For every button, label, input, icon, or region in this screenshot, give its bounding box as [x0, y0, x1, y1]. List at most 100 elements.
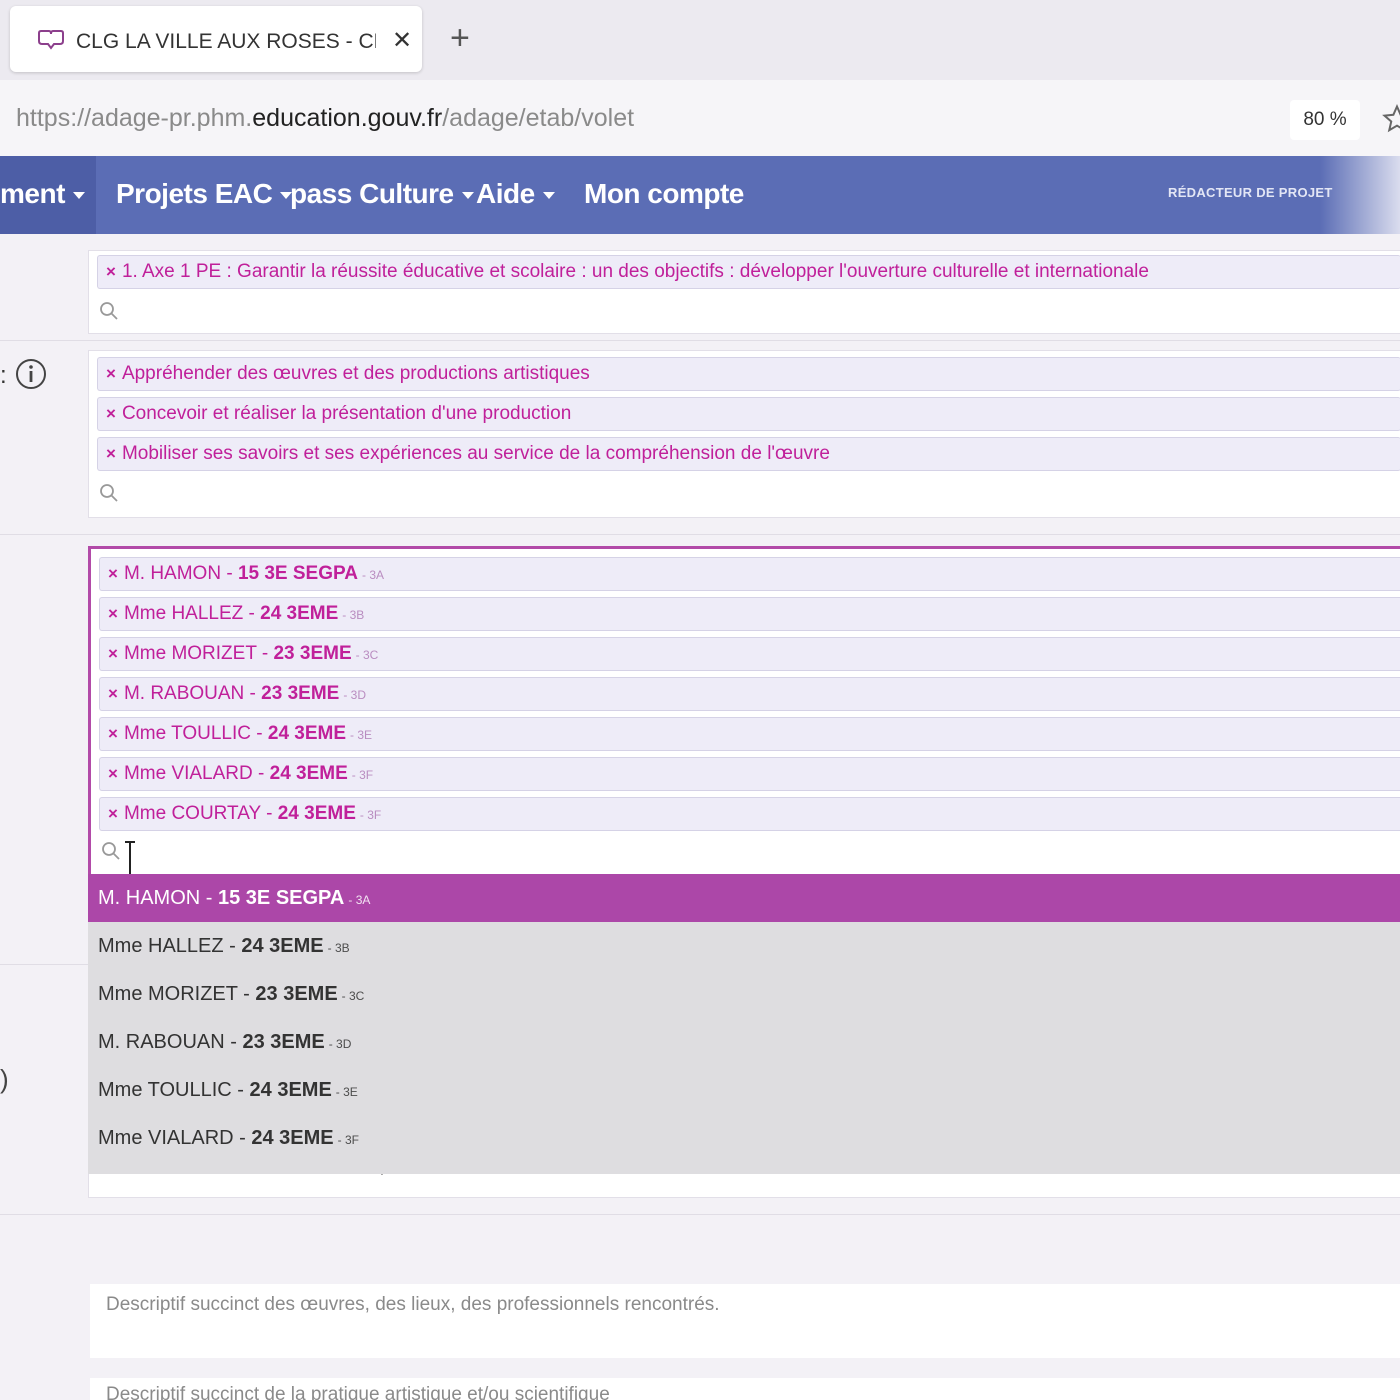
nav-item-mon-compte[interactable]: Mon compte	[584, 178, 744, 210]
option-class-code: - 3C	[341, 989, 365, 1003]
nav-item-projets-eac[interactable]: Projets EAC	[116, 178, 293, 210]
remove-tag-icon[interactable]: ×	[108, 604, 118, 623]
option-teacher: M. HAMON -	[98, 887, 218, 909]
caret-down-icon	[72, 192, 85, 200]
tag-group: 24 3EME	[260, 603, 339, 624]
caret-down-icon	[542, 192, 555, 200]
url-domain: education.gouv.fr	[252, 104, 443, 132]
info-icon[interactable]	[14, 357, 48, 391]
zoom-level-button[interactable]: 80 %	[1290, 100, 1360, 140]
nav-item-etablissement[interactable]: ment	[0, 178, 85, 210]
tag-group: 23 3EME	[261, 683, 340, 704]
option-group: 24 3EME	[249, 1079, 332, 1101]
option-group: 24 3EME	[241, 935, 324, 957]
dropdown-option[interactable]: Mme MORIZET - 23 3EME - 3C	[88, 970, 1400, 1018]
tag-label: 1. Axe 1 PE : Garantir la réussite éduca…	[121, 261, 1149, 282]
tag-class-code: - 3C	[355, 648, 379, 662]
tag-group: 24 3EME	[277, 803, 356, 824]
nav-item-aide[interactable]: Aide	[476, 178, 555, 210]
desc-pratique-textarea[interactable]: Descriptif succinct de la pratique artis…	[90, 1378, 1400, 1400]
option-class-code: - 3E	[335, 1085, 358, 1099]
nav-item-pass-culture[interactable]: pass Culture	[290, 178, 474, 210]
caret-down-icon	[461, 192, 474, 200]
tag-teacher: Mme COURTAY -	[123, 803, 278, 824]
competences-multiselect[interactable]: × Appréhender des œuvres et des productio…	[88, 350, 1400, 518]
option-group: 23 3EME	[242, 1031, 325, 1053]
selected-tag: × Mme HALLEZ - 24 3EME - 3B	[99, 597, 1400, 631]
option-teacher: Mme MORIZET -	[98, 983, 256, 1005]
selected-tag: × 1. Axe 1 PE : Garantir la réussite éduc…	[97, 255, 1400, 289]
bookmark-star-icon[interactable]	[1382, 104, 1400, 134]
row-divider	[0, 534, 1400, 535]
tag-teacher: Mme MORIZET -	[123, 643, 274, 664]
dropdown-option[interactable]: M. RABOUAN - 23 3EME - 3D	[88, 1018, 1400, 1066]
remove-tag-icon[interactable]: ×	[106, 262, 116, 281]
tag-teacher: Mme HALLEZ -	[123, 603, 261, 624]
option-group: 24 3EME	[251, 1127, 334, 1149]
option-teacher: Mme TOULLIC -	[98, 1079, 250, 1101]
selected-tag: × Appréhender des œuvres et des productio…	[97, 357, 1400, 391]
remove-tag-icon[interactable]: ×	[108, 564, 118, 583]
classes-multiselect[interactable]: × M. HAMON - 15 3E SEGPA - 3A × Mme HALLEZ …	[88, 546, 1400, 876]
remove-tag-icon[interactable]: ×	[108, 764, 118, 783]
url-prefix: https://adage-pr.phm.	[16, 104, 253, 132]
classes-dropdown: M. HAMON - 15 3E SEGPA - 3A Mme HALLEZ - …	[88, 874, 1400, 1174]
option-class-code: - 3A	[348, 893, 371, 907]
nav-item-label: Projets EAC	[116, 178, 273, 209]
tag-teacher: Mme VIALARD -	[123, 763, 270, 784]
remove-tag-icon[interactable]: ×	[106, 364, 116, 383]
tag-class-code: - 3F	[359, 808, 382, 822]
desc-pratique-placeholder: Descriptif succinct de la pratique artis…	[106, 1384, 610, 1400]
tag-teacher: Mme TOULLIC -	[123, 723, 268, 744]
desc-oeuvres-placeholder: Descriptif succinct des œuvres, des lieu…	[106, 1294, 720, 1315]
option-teacher: Mme VIALARD -	[98, 1127, 252, 1149]
selected-tag: × Mme TOULLIC - 24 3EME - 3E	[99, 717, 1400, 751]
remove-tag-icon[interactable]: ×	[108, 724, 118, 743]
remove-tag-icon[interactable]: ×	[106, 444, 116, 463]
tag-class-code: - 3F	[351, 768, 374, 782]
site-favicon-icon	[38, 30, 64, 50]
url-text[interactable]: https://adage-pr.phm.education.gouv.fr/a…	[16, 104, 634, 133]
remove-tag-icon[interactable]: ×	[108, 684, 118, 703]
field-label-paren: )	[0, 1064, 9, 1094]
browser-tabbar: CLG LA VILLE AUX ROSES - CHA ✕ +	[0, 0, 1400, 80]
option-group: 15 3E SEGPA	[218, 887, 345, 909]
nav-item-label: Aide	[476, 178, 535, 209]
tag-group: 24 3EME	[267, 723, 347, 744]
browser-tab[interactable]: CLG LA VILLE AUX ROSES - CHA ✕	[10, 6, 422, 72]
tag-label: Concevoir et réaliser la présentation d'…	[121, 403, 572, 424]
remove-tag-icon[interactable]: ×	[106, 404, 116, 423]
tag-label: Mobiliser ses savoirs et ses expériences…	[121, 443, 830, 464]
selected-tag: × Mme MORIZET - 23 3EME - 3C	[99, 637, 1400, 671]
tag-group: 23 3EME	[273, 643, 352, 664]
tag-class-code: - 3E	[350, 728, 373, 742]
tab-title: CLG LA VILLE AUX ROSES - CHA	[76, 30, 376, 53]
dropdown-option[interactable]: M. HAMON - 15 3E SEGPA - 3A	[88, 874, 1400, 922]
new-tab-button[interactable]: +	[450, 18, 470, 58]
search-icon	[100, 302, 118, 320]
selected-tag: × Concevoir et réaliser la présentation d…	[97, 397, 1400, 431]
dropdown-option[interactable]: Mme HALLEZ - 24 3EME - 3B	[88, 922, 1400, 970]
search-icon	[102, 842, 120, 860]
row-divider	[0, 1214, 1400, 1215]
selected-tag: × Mobiliser ses savoirs et ses expérience…	[97, 437, 1400, 471]
remove-tag-icon[interactable]: ×	[108, 804, 118, 823]
nav-item-label: pass Culture	[290, 178, 454, 209]
selected-tag: × M. RABOUAN - 23 3EME - 3D	[99, 677, 1400, 711]
remove-tag-icon[interactable]: ×	[108, 644, 118, 663]
user-role-label: RÉDACTEUR DE PROJET	[1168, 185, 1333, 200]
tag-group: 24 3EME	[269, 763, 348, 784]
tag-group: 15 3E SEGPA	[237, 563, 358, 584]
tag-class-code: - 3D	[343, 688, 366, 702]
axes-multiselect[interactable]: × 1. Axe 1 PE : Garantir la réussite éduc…	[88, 250, 1400, 334]
search-icon	[100, 484, 118, 502]
tab-close-icon[interactable]: ✕	[392, 26, 412, 55]
option-class-code: - 3D	[328, 1037, 352, 1051]
dropdown-option[interactable]: Mme TOULLIC - 24 3EME - 3E	[88, 1066, 1400, 1114]
nav-item-label: ment	[0, 178, 65, 209]
dropdown-option[interactable]: Mme VIALARD - 24 3EME - 3F	[88, 1114, 1400, 1162]
tag-class-code: - 3A	[361, 568, 384, 582]
row-divider	[0, 340, 1400, 341]
tag-class-code: - 3B	[342, 608, 365, 622]
desc-oeuvres-textarea[interactable]: Descriptif succinct des œuvres, des lieu…	[90, 1284, 1400, 1358]
